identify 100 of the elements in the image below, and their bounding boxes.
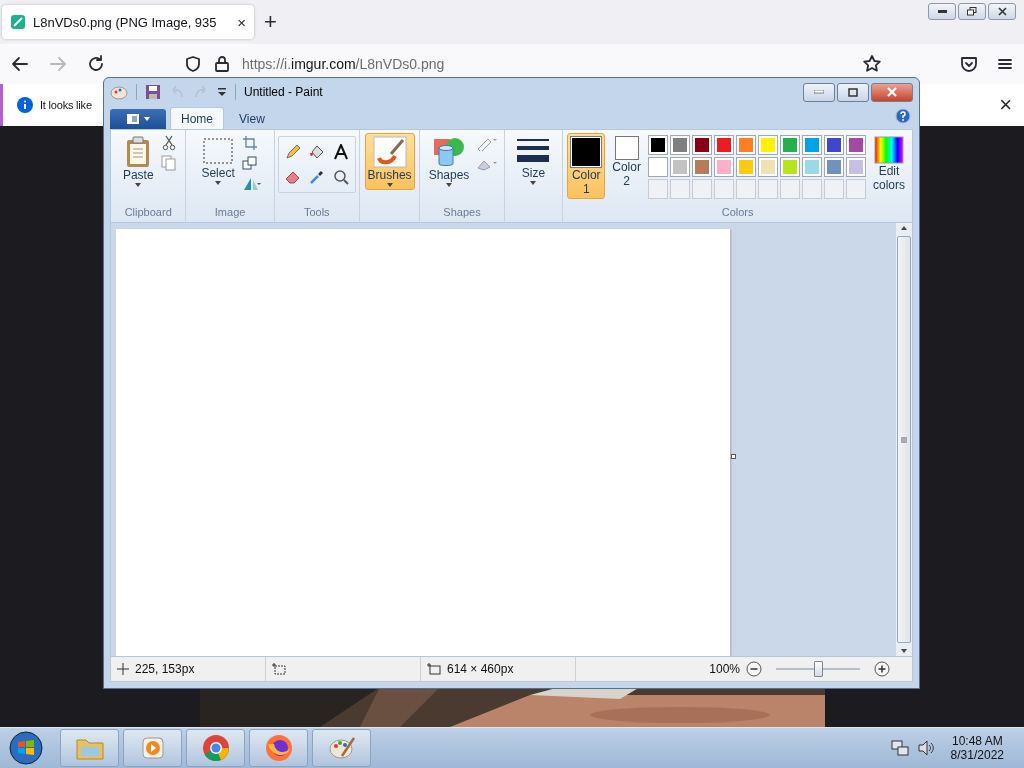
color-swatch[interactable] xyxy=(757,157,778,177)
color-swatch[interactable] xyxy=(801,157,822,177)
restore-button[interactable] xyxy=(958,3,986,20)
customize-icon[interactable] xyxy=(217,87,227,97)
crop-icon[interactable] xyxy=(241,135,258,151)
start-button[interactable] xyxy=(6,730,46,766)
color-swatch[interactable] xyxy=(735,157,756,177)
color-swatch[interactable] xyxy=(823,157,844,177)
color-swatch[interactable] xyxy=(713,157,734,177)
color-swatch[interactable] xyxy=(647,157,668,177)
color-swatch[interactable] xyxy=(669,135,690,155)
document-icon xyxy=(126,113,140,125)
resize-icon[interactable] xyxy=(241,155,258,171)
close-icon xyxy=(997,7,1007,16)
custom-color-slot[interactable] xyxy=(779,179,800,199)
select-button[interactable]: Select xyxy=(198,133,238,188)
close-icon xyxy=(887,87,897,97)
paint-bucket-icon xyxy=(308,144,325,160)
caret-icon xyxy=(215,181,222,185)
zoom-in-icon[interactable] xyxy=(874,661,890,677)
speaker-icon[interactable] xyxy=(916,739,935,757)
color-swatch[interactable] xyxy=(779,157,800,177)
taskbar-button[interactable] xyxy=(312,729,371,767)
color-swatch[interactable] xyxy=(823,135,844,155)
cursor-position: 225, 153px xyxy=(135,662,195,676)
custom-color-slot[interactable] xyxy=(801,179,822,199)
custom-color-slot[interactable] xyxy=(845,179,866,199)
caret-icon xyxy=(144,117,150,121)
taskbar-button[interactable] xyxy=(186,729,245,767)
color-button[interactable]: Color 2 xyxy=(609,133,644,191)
paste-button[interactable]: Paste xyxy=(119,133,157,190)
color-swatch[interactable] xyxy=(757,135,778,155)
ribbon-tab[interactable]: Home xyxy=(170,107,224,129)
custom-color-slot[interactable] xyxy=(691,179,712,199)
letter-icon xyxy=(332,144,349,160)
taskbar-button[interactable] xyxy=(249,729,308,767)
forward-icon[interactable] xyxy=(48,54,68,74)
scissors-icon[interactable] xyxy=(160,135,177,151)
close-button[interactable] xyxy=(988,3,1016,20)
palette-icon xyxy=(110,83,128,101)
caret-icon xyxy=(901,649,907,653)
custom-color-slot[interactable] xyxy=(735,179,756,199)
custom-color-slot[interactable] xyxy=(647,179,668,199)
network-icon[interactable] xyxy=(890,739,909,757)
color-swatch[interactable] xyxy=(647,135,668,155)
restore-icon xyxy=(967,7,977,16)
save-icon[interactable] xyxy=(145,84,161,100)
help-icon[interactable] xyxy=(895,108,911,124)
group-label: Colors xyxy=(721,206,754,220)
color-swatch[interactable] xyxy=(735,135,756,155)
color-swatch[interactable] xyxy=(845,157,866,177)
minimize-icon xyxy=(814,90,824,94)
crosshair-icon xyxy=(117,663,129,675)
maximize-button[interactable] xyxy=(837,82,869,102)
close-tab-button[interactable]: × xyxy=(237,14,246,30)
new-tab-button[interactable]: + xyxy=(264,11,277,33)
clock[interactable]: 10:48 AM 8/31/2022 xyxy=(942,734,1018,762)
color-swatch[interactable] xyxy=(691,157,712,177)
color-button[interactable]: Color 1 xyxy=(567,133,606,199)
shapes-icon xyxy=(433,136,465,168)
address-bar[interactable]: https://i.imgur.com/L8nVDs0.png xyxy=(184,48,844,80)
eraser-icon xyxy=(284,169,301,185)
star-icon[interactable] xyxy=(862,54,882,74)
shapes-button[interactable]: Shapes xyxy=(425,133,473,190)
canvas-size-icon xyxy=(427,663,441,675)
edit-colors-button[interactable]: Edit colors xyxy=(869,133,908,195)
caret-icon xyxy=(386,183,393,187)
zoom-slider[interactable] xyxy=(814,661,823,677)
grip-icon xyxy=(901,436,907,443)
browser-tab[interactable]: L8nVDs0.png (PNG Image, 935 × xyxy=(2,5,254,39)
close-notification-button[interactable]: × xyxy=(999,94,1012,116)
custom-color-slot[interactable] xyxy=(713,179,734,199)
maximize-icon xyxy=(848,87,858,97)
eyedropper-icon xyxy=(308,169,325,185)
color-swatch[interactable] xyxy=(779,135,800,155)
custom-color-slot[interactable] xyxy=(757,179,778,199)
custom-color-slot[interactable] xyxy=(669,179,690,199)
brushes-button[interactable]: Brushes xyxy=(364,133,415,190)
color-swatch[interactable] xyxy=(845,135,866,155)
reload-icon[interactable] xyxy=(86,54,106,74)
zoom-level: 100% xyxy=(709,662,740,676)
shield-icon xyxy=(184,55,202,73)
resize-handle[interactable] xyxy=(731,454,736,459)
selection-icon xyxy=(202,136,235,166)
custom-color-slot[interactable] xyxy=(823,179,844,199)
lock-icon xyxy=(214,55,230,73)
size-button[interactable]: Size xyxy=(513,133,554,188)
group-label: Clipboard xyxy=(124,206,172,220)
color-swatch[interactable] xyxy=(713,135,734,155)
color-swatch[interactable] xyxy=(801,135,822,155)
vertical-scrollbar[interactable] xyxy=(896,223,912,656)
minimize-button[interactable] xyxy=(928,3,956,20)
ribbon-tab[interactable]: View xyxy=(228,107,276,129)
media-player-icon xyxy=(139,735,166,761)
back-icon[interactable] xyxy=(10,54,30,74)
file-menu-button[interactable] xyxy=(110,109,166,129)
zoom-out-icon[interactable] xyxy=(746,661,762,677)
brush-icon xyxy=(372,136,407,168)
color-swatch[interactable] xyxy=(691,135,712,155)
color-swatch[interactable] xyxy=(669,157,690,177)
